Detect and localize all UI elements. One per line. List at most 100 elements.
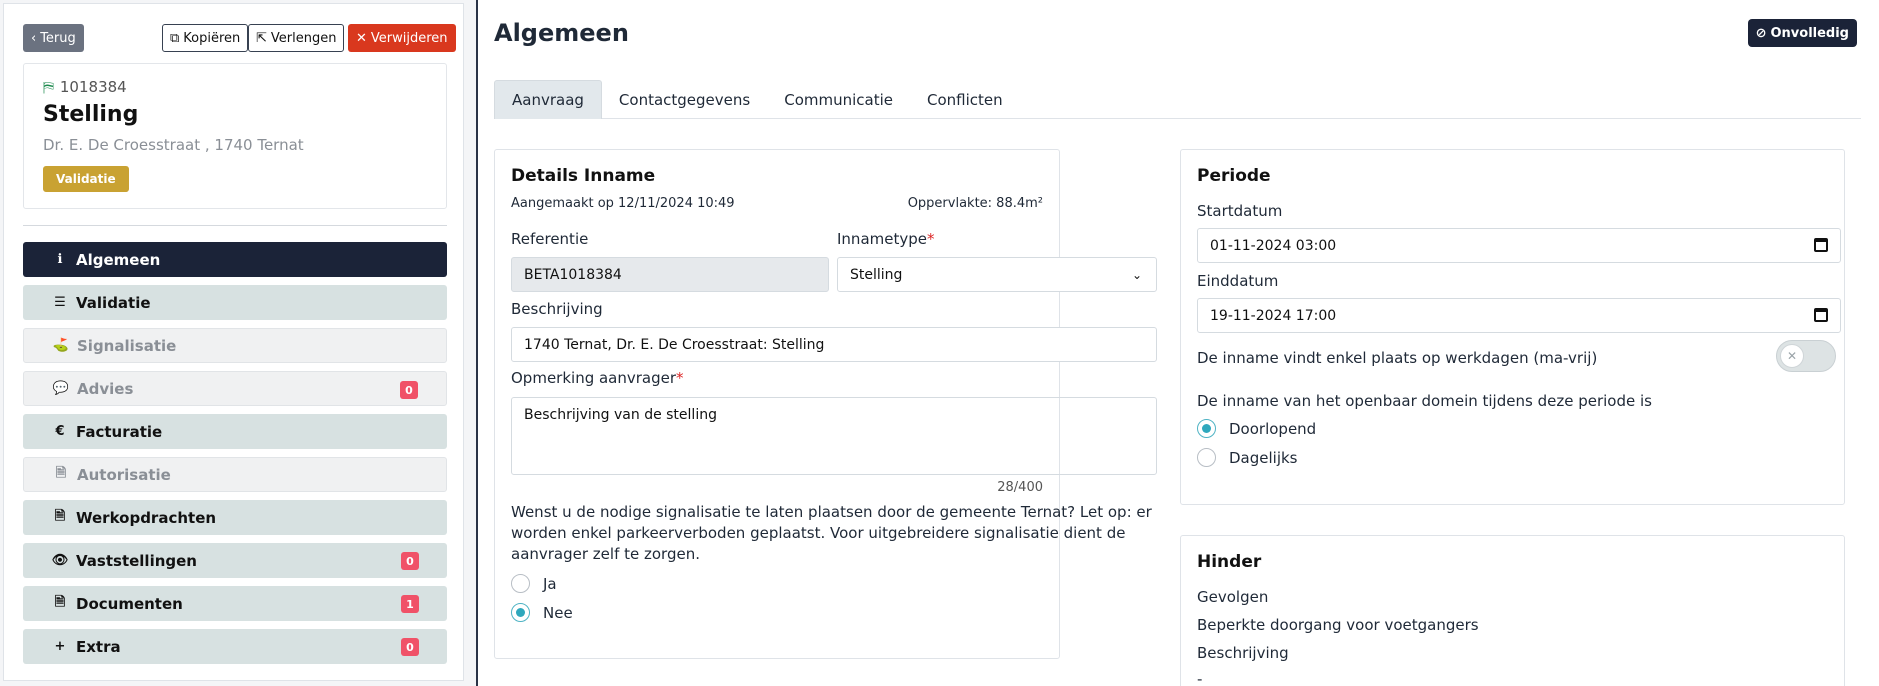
radio-ja-label: Ja: [543, 574, 557, 593]
type-select-value: Stelling: [850, 266, 903, 283]
plus-icon: +: [54, 639, 66, 654]
sidebar-item-advies[interactable]: 💬 Advies 0: [23, 371, 447, 406]
record-summary-card: ⛿ 1018384 Stelling Dr. E. De Croesstraat…: [23, 63, 447, 209]
sidebar-item-label: Signalisatie: [77, 336, 177, 355]
file-icon: 🗎: [54, 594, 66, 610]
extend-button-label: Verlengen: [270, 30, 337, 46]
remark-label: Opmerking aanvrager*: [511, 369, 684, 387]
radio-doorlopend[interactable]: Doorlopend: [1197, 419, 1316, 438]
delete-button-label: Verwijderen: [370, 30, 448, 46]
sidebar-item-extra[interactable]: + Extra 0: [23, 629, 447, 664]
copy-button-label: Kopiëren: [183, 30, 241, 46]
sidebar-item-label: Advies: [77, 379, 134, 398]
remark-textarea[interactable]: Beschrijving van de stelling: [511, 397, 1157, 475]
details-panel: Details Inname Aangemaakt op 12/11/2024 …: [494, 149, 1157, 659]
hinder-panel: Hinder Gevolgen Beperkte doorgang voor v…: [1180, 535, 1845, 686]
details-heading: Details Inname: [511, 166, 656, 186]
count-badge: 1: [401, 595, 419, 613]
page-title: Algemeen: [494, 19, 629, 47]
sidebar-item-label: Validatie: [76, 293, 151, 312]
status-badge-incomplete: ⊘ Onvolledig: [1747, 19, 1857, 47]
sidebar: ‹ Terug ⧉ Kopiëren ⇱ Verlengen ✕ Verwijd…: [3, 3, 464, 681]
area-value: Oppervlakte: 88.4m²: [907, 196, 1043, 211]
workdays-label: De inname vindt enkel plaats op werkdage…: [1197, 349, 1598, 367]
chevron-left-icon: ‹: [31, 30, 37, 46]
back-button[interactable]: ‹ Terug: [23, 24, 84, 52]
radio-doorlopend-circle[interactable]: [1197, 419, 1216, 438]
workdays-toggle[interactable]: ✕: [1776, 340, 1836, 372]
start-date-input[interactable]: 01-11-2024 03:00: [1197, 228, 1841, 263]
sidebar-item-label: Facturatie: [76, 422, 163, 441]
delete-button[interactable]: ✕ Verwijderen: [348, 24, 456, 52]
reference-field: BETA1018384: [511, 257, 829, 292]
copy-button[interactable]: ⧉ Kopiëren: [162, 24, 249, 52]
type-select[interactable]: Stelling ⌄: [837, 257, 1157, 292]
type-label: Innametype*: [837, 230, 935, 248]
sidebar-item-signalisatie[interactable]: ⛳ Signalisatie: [23, 328, 447, 363]
tab-conflicten[interactable]: Conflicten: [910, 80, 1020, 119]
sidebar-item-label: Werkopdrachten: [76, 508, 217, 527]
signpost-icon: ⛳: [52, 338, 70, 353]
radio-nee-circle[interactable]: [511, 603, 530, 622]
sidebar-item-label: Autorisatie: [77, 465, 171, 484]
calendar-icon[interactable]: [1814, 308, 1828, 322]
action-toolbar: ‹ Terug ⧉ Kopiëren ⇱ Verlengen ✕ Verwijd…: [23, 24, 456, 54]
checklist-icon: ☰: [54, 295, 66, 310]
euro-icon: €: [55, 424, 65, 439]
document-icon: 🗎: [54, 508, 66, 524]
radio-doorlopend-label: Doorlopend: [1229, 419, 1317, 438]
calendar-icon[interactable]: [1814, 238, 1828, 252]
sidebar-item-autorisatie[interactable]: 🗎 Autorisatie: [23, 457, 447, 492]
radio-dagelijks[interactable]: Dagelijks: [1197, 448, 1298, 467]
radio-nee[interactable]: Nee: [511, 603, 573, 622]
sidebar-item-facturatie[interactable]: € Facturatie: [23, 414, 447, 449]
consequences-label: Gevolgen: [1197, 588, 1269, 606]
sidebar-item-label: Documenten: [76, 594, 183, 613]
radio-dagelijks-circle[interactable]: [1197, 448, 1216, 467]
end-date-input[interactable]: 19-11-2024 17:00: [1197, 298, 1841, 333]
end-date-label: Einddatum: [1197, 272, 1279, 290]
created-date: Aangemaakt op 12/11/2024 10:49: [511, 196, 735, 211]
description-input[interactable]: 1740 Ternat, Dr. E. De Croesstraat: Stel…: [511, 327, 1157, 362]
end-date-value: 19-11-2024 17:00: [1210, 307, 1337, 324]
sidebar-item-documenten[interactable]: 🗎 Documenten 1: [23, 586, 447, 621]
info-icon: ℹ: [57, 252, 63, 267]
tab-contactgegevens[interactable]: Contactgegevens: [602, 80, 767, 119]
eye-icon: 👁: [51, 553, 69, 568]
record-number: ⛿ 1018384: [43, 78, 127, 96]
chevron-down-icon: ⌄: [1131, 268, 1142, 282]
tab-aanvraag[interactable]: Aanvraag: [494, 80, 602, 119]
start-date-value: 01-11-2024 03:00: [1210, 237, 1337, 254]
status-label: Onvolledig: [1770, 25, 1849, 41]
main-content: Algemeen ⊘ Onvolledig Aanvraag Contactge…: [476, 0, 1879, 686]
sidebar-menu: ℹ Algemeen ☰ Validatie ⛳ Signalisatie 💬 Advies 0…: [23, 242, 447, 672]
sidebar-item-algemeen[interactable]: ℹ Algemeen: [23, 242, 447, 277]
sidebar-item-werkopdrachten[interactable]: 🗎 Werkopdrachten: [23, 500, 447, 535]
sidebar-item-vaststellingen[interactable]: 👁 Vaststellingen 0: [23, 543, 447, 578]
sidebar-item-label: Vaststellingen: [76, 551, 197, 570]
reference-label: Referentie: [511, 230, 589, 248]
domain-label: De inname van het openbaar domein tijden…: [1197, 392, 1652, 410]
sidebar-item-label: Extra: [76, 637, 121, 656]
file-lock-icon: 🗎: [55, 465, 67, 481]
radio-ja-circle[interactable]: [511, 574, 530, 593]
radio-nee-label: Nee: [543, 603, 573, 622]
extend-button[interactable]: ⇱ Verlengen: [248, 24, 345, 52]
copy-icon: ⧉: [170, 30, 180, 46]
record-number-value: 1018384: [59, 78, 127, 96]
description-label: Beschrijving: [511, 300, 603, 318]
radio-ja[interactable]: Ja: [511, 574, 557, 593]
hinder-description-label: Beschrijving: [1197, 644, 1289, 662]
back-button-label: Terug: [40, 30, 76, 46]
sidebar-item-label: Algemeen: [76, 250, 161, 269]
tab-bar: Aanvraag Contactgegevens Communicatie Co…: [494, 80, 1861, 119]
share-icon: ⇱: [256, 30, 267, 46]
count-badge: 0: [401, 552, 419, 570]
ban-icon: ⊘: [1755, 25, 1767, 41]
tab-communicatie[interactable]: Communicatie: [767, 80, 910, 119]
toggle-off-icon: ✕: [1780, 344, 1804, 368]
consequences-value: Beperkte doorgang voor voetgangers: [1197, 616, 1479, 634]
hinder-heading: Hinder: [1197, 552, 1262, 572]
sidebar-item-validatie[interactable]: ☰ Validatie: [23, 285, 447, 320]
char-counter: 28/400: [997, 480, 1043, 495]
